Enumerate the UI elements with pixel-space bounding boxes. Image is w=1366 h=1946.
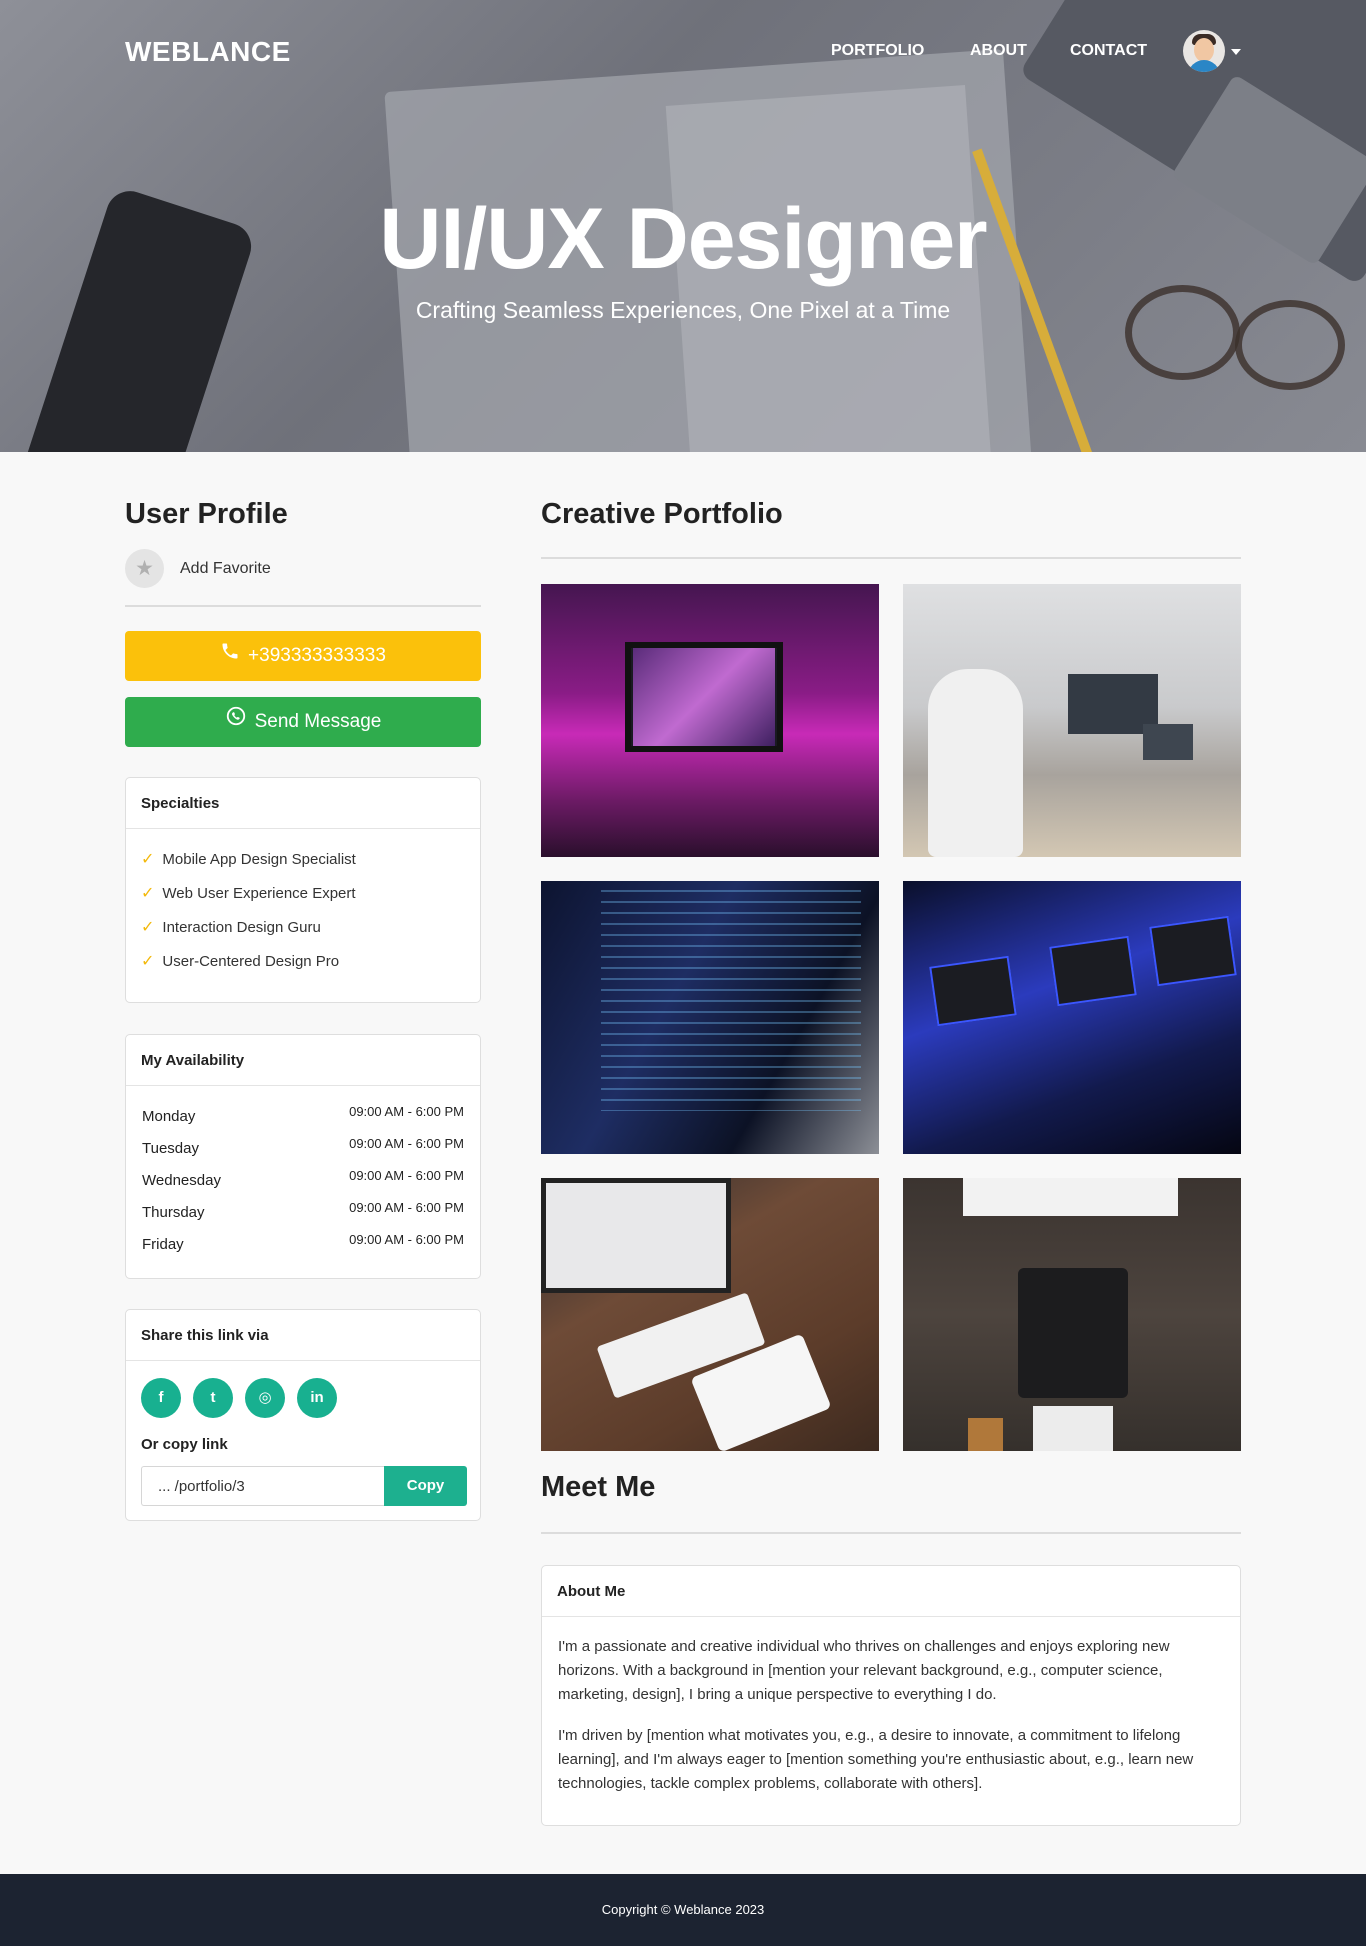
portfolio-image[interactable] (903, 1178, 1241, 1451)
key-shape (929, 955, 1017, 1027)
list-item: ✓ Web User Experience Expert (141, 877, 465, 911)
instagram-icon[interactable]: ◎ (245, 1378, 285, 1418)
send-message-label: Send Message (254, 711, 382, 733)
specialty-label: User-Centered Design Pro (162, 953, 340, 970)
time-range: 09:00 AM - 6:00 PM (349, 1168, 464, 1183)
list-item: ✓ Mobile App Design Specialist (141, 843, 465, 877)
phone-icon (220, 631, 240, 681)
check-icon: ✓ (141, 851, 155, 868)
about-card: About Me I'm a passionate and creative i… (541, 1565, 1241, 1826)
availability-table: Monday 09:00 AM - 6:00 PM Tuesday 09:00 AM… (126, 1086, 480, 1262)
keyboard-shape (1033, 1406, 1113, 1451)
linkedin-icon[interactable]: in (297, 1378, 337, 1418)
day-label: Thursday (142, 1204, 205, 1221)
portfolio-image[interactable] (541, 584, 879, 857)
table-row: Thursday 09:00 AM - 6:00 PM (142, 1198, 464, 1230)
profile-title: User Profile (125, 498, 288, 530)
copyright-text: Copyright © Weblance 2023 (601, 1902, 765, 1917)
notebook-shape (968, 1418, 1003, 1451)
meet-me-title: Meet Me (541, 1471, 656, 1503)
portfolio-image[interactable] (541, 881, 879, 1154)
table-row: Friday 09:00 AM - 6:00 PM (142, 1230, 464, 1262)
portfolio-image[interactable] (903, 584, 1241, 857)
whatsapp-icon (225, 697, 247, 747)
portfolio-image[interactable] (541, 1178, 879, 1451)
nav-portfolio[interactable]: PORTFOLIO (831, 42, 924, 60)
brand-logo[interactable]: WEBLANCE (125, 36, 291, 68)
specialties-card: Specialties ✓ Mobile App Design Specialis… (125, 777, 481, 1003)
key-shape (1049, 935, 1137, 1007)
nav-contact[interactable]: CONTACT (1070, 42, 1147, 60)
day-label: Monday (142, 1108, 196, 1125)
table-row: Wednesday 09:00 AM - 6:00 PM (142, 1166, 464, 1198)
portfolio-image[interactable] (903, 881, 1241, 1154)
specialties-title: Specialties (126, 778, 480, 829)
monitor-shape (963, 1178, 1178, 1216)
share-card: Share this link via f t ◎ in Or copy lin… (125, 1309, 481, 1521)
time-range: 09:00 AM - 6:00 PM (349, 1232, 464, 1247)
check-icon: ✓ (141, 885, 155, 902)
add-favorite-link[interactable]: Add Favorite (180, 560, 271, 578)
key-shape (1149, 915, 1237, 987)
monitor-shape (1143, 724, 1193, 760)
phone-button[interactable]: +393333333333 (125, 631, 481, 681)
divider (541, 557, 1241, 559)
about-paragraph: I'm driven by [mention what motivates yo… (558, 1727, 1194, 1792)
about-title: About Me (542, 1566, 1240, 1617)
divider (125, 605, 481, 607)
divider (541, 1532, 1241, 1534)
hero-title: UI/UX Designer (379, 191, 987, 287)
time-range: 09:00 AM - 6:00 PM (349, 1104, 464, 1119)
code-lines-shape (601, 881, 861, 1111)
day-label: Friday (142, 1236, 184, 1253)
drawing-tablet-shape (1018, 1268, 1128, 1398)
list-item: ✓ User-Centered Design Pro (141, 945, 465, 979)
facebook-icon[interactable]: f (141, 1378, 181, 1418)
specialty-label: Interaction Design Guru (162, 919, 321, 936)
copy-button[interactable]: Copy (384, 1466, 467, 1506)
check-icon: ✓ (141, 953, 155, 970)
avatar-face (1194, 38, 1214, 62)
time-range: 09:00 AM - 6:00 PM (349, 1200, 464, 1215)
social-share-icons: f t ◎ in (141, 1378, 337, 1418)
screen-shape (633, 648, 775, 746)
time-range: 09:00 AM - 6:00 PM (349, 1136, 464, 1151)
send-message-button[interactable]: Send Message (125, 697, 481, 747)
share-link-input[interactable] (141, 1466, 384, 1506)
table-row: Monday 09:00 AM - 6:00 PM (142, 1102, 464, 1134)
day-label: Wednesday (142, 1172, 221, 1189)
hero-subtitle: Crafting Seamless Experiences, One Pixel… (415, 297, 951, 323)
availability-card: My Availability Monday 09:00 AM - 6:00 PM… (125, 1034, 481, 1279)
hero-banner: WEBLANCE PORTFOLIO ABOUT CONTACT UI/UX D… (0, 0, 1366, 452)
specialty-label: Web User Experience Expert (162, 885, 356, 902)
footer: Copyright © Weblance 2023 (0, 1874, 1366, 1946)
copy-link-label: Or copy link (141, 1436, 228, 1453)
portfolio-title: Creative Portfolio (541, 498, 783, 530)
availability-title: My Availability (126, 1035, 480, 1086)
phone-number: +393333333333 (248, 645, 386, 667)
about-body: I'm a passionate and creative individual… (542, 1617, 1240, 1831)
table-row: Tuesday 09:00 AM - 6:00 PM (142, 1134, 464, 1166)
about-paragraph: I'm a passionate and creative individual… (558, 1638, 1170, 1703)
day-label: Tuesday (142, 1140, 199, 1157)
avatar-body (1188, 60, 1220, 72)
check-icon: ✓ (141, 919, 155, 936)
chevron-down-icon[interactable] (1231, 49, 1241, 55)
person-shape (928, 669, 1023, 857)
monitor-shape (541, 1178, 731, 1293)
specialties-list: ✓ Mobile App Design Specialist ✓ Web User … (126, 829, 480, 993)
twitter-icon[interactable]: t (193, 1378, 233, 1418)
specialty-label: Mobile App Design Specialist (162, 851, 356, 868)
list-item: ✓ Interaction Design Guru (141, 911, 465, 945)
user-avatar-icon[interactable] (1183, 30, 1225, 72)
star-icon[interactable]: ★ (125, 549, 164, 588)
nav-about[interactable]: ABOUT (970, 42, 1027, 60)
share-title: Share this link via (126, 1310, 480, 1361)
